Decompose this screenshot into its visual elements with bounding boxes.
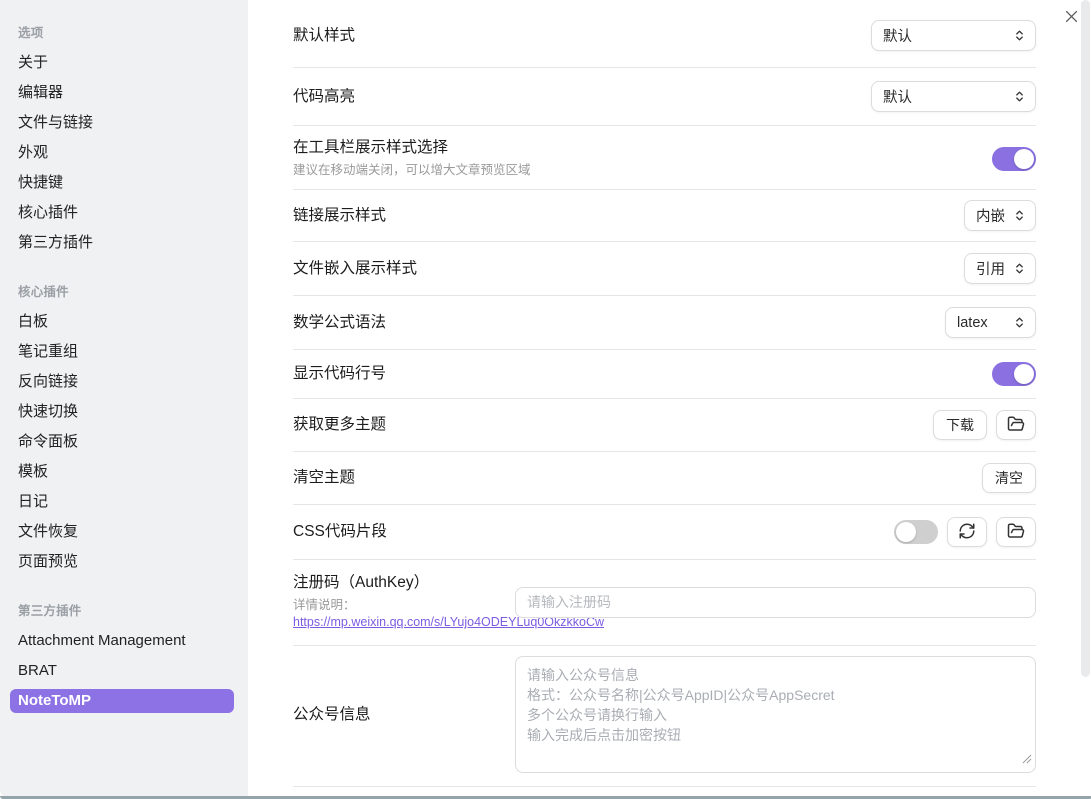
refresh-icon (958, 522, 976, 543)
close-icon[interactable] (1061, 6, 1081, 26)
setting-row-link-style: 链接展示样式 内嵌 (293, 190, 1036, 242)
folder-open-icon (1007, 522, 1025, 543)
setting-row-mp-accounts: 公众号信息 请输入公众号信息 格式：公众号名称|公众号AppID|公众号AppS… (293, 646, 1036, 787)
textarea-placeholder-line: 格式：公众号名称|公众号AppID|公众号AppSecret (527, 685, 1024, 705)
setting-row-math-syntax: 数学公式语法 latex (293, 296, 1036, 350)
textarea-placeholder-line: 输入完成后点击加密按钮 (527, 725, 1024, 745)
settings-modal: 选项 关于 编辑器 文件与链接 外观 快捷键 核心插件 第三方插件 核心插件 白… (0, 0, 1091, 799)
sidebar-item-about[interactable]: 关于 (10, 51, 234, 75)
chevrons-up-down-icon (1013, 29, 1026, 42)
sidebar-item-editor[interactable]: 编辑器 (10, 81, 234, 105)
refresh-snippets-button[interactable] (947, 517, 987, 547)
embed-style-select[interactable]: 引用 (964, 253, 1036, 284)
toolbar-style-toggle[interactable] (992, 147, 1036, 171)
setting-label: 注册码（AuthKey） (293, 573, 495, 593)
setting-row-authkey: 注册码（AuthKey） 详情说明：https://mp.weixin.qq.c… (293, 560, 1036, 646)
setting-label: 文件嵌入展示样式 (293, 259, 944, 279)
setting-label: 链接展示样式 (293, 206, 944, 226)
setting-label: 数学公式语法 (293, 313, 925, 333)
default-style-select[interactable]: 默认 (871, 20, 1036, 51)
toggle-knob (896, 522, 916, 542)
sidebar-item-backlinks[interactable]: 反向链接 (10, 370, 234, 394)
chevrons-up-down-icon (1013, 209, 1026, 222)
css-snippets-toggle[interactable] (894, 520, 938, 544)
sidebar-item-hotkeys[interactable]: 快捷键 (10, 171, 234, 195)
mp-accounts-textarea[interactable]: 请输入公众号信息 格式：公众号名称|公众号AppID|公众号AppSecret … (515, 656, 1036, 773)
toggle-knob (1014, 149, 1034, 169)
resize-grip-icon[interactable] (1022, 749, 1032, 769)
setting-label: 默认样式 (293, 26, 851, 46)
sidebar-item-files-links[interactable]: 文件与链接 (10, 111, 234, 135)
setting-label: 获取更多主题 (293, 415, 913, 435)
toggle-knob (1014, 364, 1034, 384)
select-value: 引用 (976, 258, 1005, 279)
link-style-select[interactable]: 内嵌 (964, 200, 1036, 231)
setting-description: 建议在移动端关闭，可以增大文章预览区域 (293, 162, 972, 179)
sidebar-item-daily-notes[interactable]: 日记 (10, 490, 234, 514)
sidebar-item-templates[interactable]: 模板 (10, 460, 234, 484)
sidebar-item-notetomp[interactable]: NoteToMP (10, 689, 234, 713)
sidebar-item-core-plugins[interactable]: 核心插件 (10, 201, 234, 225)
sidebar-section-community-plugins: 第三方插件 (10, 600, 234, 619)
clear-themes-button[interactable]: 清空 (982, 463, 1036, 493)
chevrons-up-down-icon (1013, 262, 1026, 275)
open-themes-folder-button[interactable] (996, 410, 1036, 440)
line-numbers-toggle[interactable] (992, 362, 1036, 386)
textarea-placeholder-line: 请输入公众号信息 (527, 665, 1024, 685)
setting-label: 在工具栏展示样式选择 (293, 138, 972, 158)
authkey-input[interactable] (515, 587, 1036, 618)
setting-label: CSS代码片段 (293, 522, 874, 542)
select-value: 默认 (883, 86, 912, 107)
sidebar-item-command-palette[interactable]: 命令面板 (10, 430, 234, 454)
select-value: 内嵌 (976, 205, 1005, 226)
setting-description: 详情说明：https://mp.weixin.qq.com/s/LYujo4OD… (293, 597, 495, 631)
setting-row-more-themes: 获取更多主题 下载 (293, 399, 1036, 452)
settings-sidebar: 选项 关于 编辑器 文件与链接 外观 快捷键 核心插件 第三方插件 核心插件 白… (0, 0, 248, 799)
setting-row-embed-style: 文件嵌入展示样式 引用 (293, 242, 1036, 296)
sidebar-item-appearance[interactable]: 外观 (10, 141, 234, 165)
sidebar-item-note-composer[interactable]: 笔记重组 (10, 340, 234, 364)
download-themes-button[interactable]: 下载 (933, 410, 987, 440)
sidebar-item-brat[interactable]: BRAT (10, 659, 234, 683)
open-snippets-folder-button[interactable] (996, 517, 1036, 547)
select-value: 默认 (883, 25, 912, 46)
setting-label: 公众号信息 (293, 705, 495, 725)
sidebar-item-attachment-management[interactable]: Attachment Management (10, 629, 234, 653)
setting-label: 代码高亮 (293, 87, 851, 107)
code-highlight-select[interactable]: 默认 (871, 81, 1036, 112)
settings-content: 默认样式 默认 代码高亮 默认 在工具栏展示样式选择 建议在移动端 (248, 0, 1091, 799)
sidebar-item-file-recovery[interactable]: 文件恢复 (10, 520, 234, 544)
setting-row-toolbar-style-picker: 在工具栏展示样式选择 建议在移动端关闭，可以增大文章预览区域 (293, 126, 1036, 190)
sidebar-item-page-preview[interactable]: 页面预览 (10, 550, 234, 574)
select-value: latex (957, 315, 988, 331)
chevrons-up-down-icon (1013, 90, 1026, 103)
sidebar-item-canvas[interactable]: 白板 (10, 310, 234, 334)
sidebar-item-community-plugins[interactable]: 第三方插件 (10, 231, 234, 255)
folder-open-icon (1007, 415, 1025, 436)
setting-row-code-highlight: 代码高亮 默认 (293, 68, 1036, 126)
textarea-placeholder-line: 多个公众号请换行输入 (527, 705, 1024, 725)
scrollbar-thumb[interactable] (1081, 0, 1090, 677)
sidebar-item-quick-switcher[interactable]: 快速切换 (10, 400, 234, 424)
setting-label: 显示代码行号 (293, 364, 972, 384)
setting-row-code-line-numbers: 显示代码行号 (293, 350, 1036, 399)
sidebar-section-core-plugins: 核心插件 (10, 281, 234, 300)
description-prefix: 详情说明： (293, 598, 356, 612)
sidebar-section-options: 选项 (10, 22, 234, 41)
chevrons-up-down-icon (1013, 316, 1026, 329)
math-syntax-select[interactable]: latex (945, 307, 1036, 338)
setting-row-css-snippets: CSS代码片段 (293, 505, 1036, 560)
setting-row-default-style: 默认样式 默认 (293, 0, 1036, 68)
setting-row-clear-themes: 清空主题 清空 (293, 452, 1036, 505)
setting-label: 清空主题 (293, 468, 962, 488)
